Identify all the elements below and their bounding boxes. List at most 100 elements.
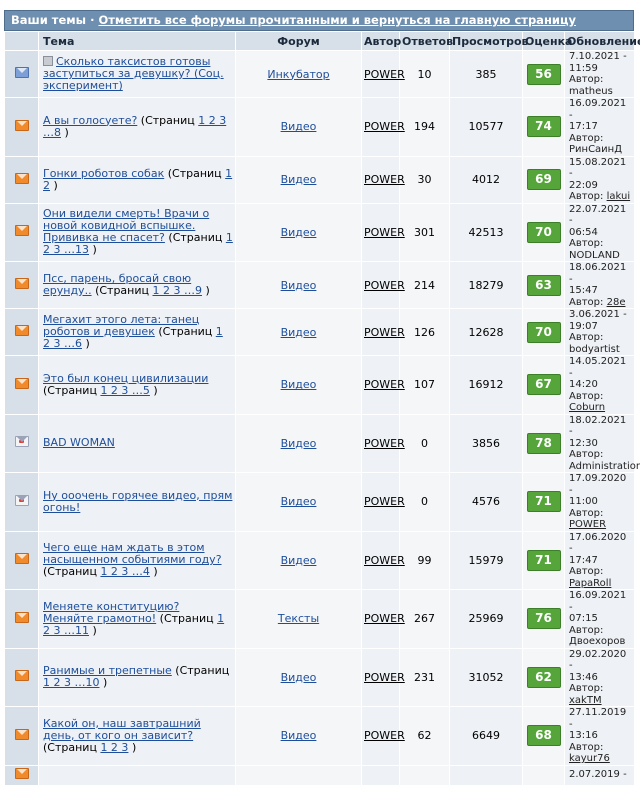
forum-cell: Видео xyxy=(235,355,362,415)
col-forum[interactable]: Форум xyxy=(235,31,362,51)
pages-open: (Страниц xyxy=(167,166,222,180)
topic-link[interactable]: Сколько таксистов готовы заступиться за … xyxy=(43,55,224,92)
forum-cell: Видео xyxy=(235,155,362,204)
forum-cell: Видео xyxy=(235,261,362,309)
forum-link[interactable]: Тексты xyxy=(278,612,319,625)
views-count: 31052 xyxy=(449,647,523,707)
updated-cell: 17.09.2020 -11:00 Автор: POWER xyxy=(564,472,635,532)
rating-badge: 68 xyxy=(526,725,561,747)
rating-cell: 68 xyxy=(522,706,565,766)
last-author-link[interactable]: Coburn xyxy=(569,402,605,413)
last-author-link[interactable]: kayur76 xyxy=(569,753,610,764)
topic-link[interactable]: Чего еще нам ждать в этом насыщенном соб… xyxy=(43,541,222,566)
topic-link[interactable]: BAD WOMAN xyxy=(43,436,115,449)
author-cell xyxy=(361,764,400,786)
author-link[interactable]: POWER xyxy=(364,120,405,133)
page-links[interactable]: 1 2 3 …10 xyxy=(43,676,99,689)
pages-open: (Страниц xyxy=(43,740,97,754)
mark-all-read-link[interactable]: Отметить все форумы прочитанными и верну… xyxy=(98,13,576,27)
forum-link[interactable]: Видео xyxy=(281,437,317,450)
topics-table: Тема Форум Автор Ответов Просмотров Оцен… xyxy=(4,31,640,786)
topic-cell: Мегахит этого лета: танец роботов и деву… xyxy=(38,308,236,356)
forum-link[interactable]: Видео xyxy=(281,226,317,239)
author-link[interactable]: POWER xyxy=(364,554,405,567)
pages-open: (Страниц xyxy=(158,325,213,338)
envelope-orange-icon xyxy=(14,670,29,682)
forum-link[interactable]: Видео xyxy=(281,554,317,567)
col-views[interactable]: Просмотров xyxy=(449,31,528,51)
rating-badge: 70 xyxy=(526,221,561,243)
author-link[interactable]: POWER xyxy=(364,437,405,450)
update-time: 17:47 xyxy=(569,554,598,566)
col-topic[interactable]: Тема xyxy=(38,31,236,51)
replies-count: 99 xyxy=(399,530,450,590)
topic-link[interactable]: Какой он, наш завтрашний день, от кого о… xyxy=(43,717,201,742)
replies-count: 214 xyxy=(399,261,450,309)
pages-close: ) xyxy=(92,623,97,637)
author-link[interactable]: POWER xyxy=(364,671,405,684)
topic-icon-cell xyxy=(4,308,39,356)
update-time: 13:46 xyxy=(569,671,598,683)
forum-cell: Видео xyxy=(235,308,362,356)
col-rating[interactable]: Оценка xyxy=(522,31,572,51)
forum-link[interactable]: Видео xyxy=(281,495,317,508)
forum-link[interactable]: Видео xyxy=(281,173,317,186)
col-author[interactable]: Автор xyxy=(361,31,401,51)
author-link[interactable]: POWER xyxy=(364,173,405,186)
rating-cell: 56 xyxy=(522,50,565,98)
author-link[interactable]: POWER xyxy=(364,68,405,81)
envelope-orange-icon xyxy=(14,611,29,623)
rating-badge: 62 xyxy=(526,666,561,688)
last-author-link[interactable]: xakTM xyxy=(569,695,602,706)
envelope-orange-icon xyxy=(14,377,29,389)
forum-link[interactable]: Видео xyxy=(281,729,317,742)
author-link[interactable]: POWER xyxy=(364,279,405,292)
last-author: NODLAND xyxy=(569,249,620,261)
envelope-hot-icon xyxy=(14,494,29,506)
topic-cell: Какой он, наш завтрашний день, от кого о… xyxy=(38,706,236,766)
page-links[interactable]: 1 2 3 …9 xyxy=(153,284,202,297)
page-links[interactable]: 1 2 3 xyxy=(100,741,128,754)
author-prefix: Автор: xyxy=(569,132,604,144)
last-author-link[interactable]: 28e xyxy=(607,297,626,308)
forum-link[interactable]: Видео xyxy=(281,326,317,339)
pages-close: ) xyxy=(64,125,69,139)
topic-pages: (Страниц 1 2 3 …4 ) xyxy=(43,565,158,578)
replies-count: 62 xyxy=(399,706,450,766)
topic-link[interactable]: Гонки роботов собак xyxy=(43,167,164,180)
col-updated[interactable]: Обновление xyxy=(564,31,640,51)
last-author: Двоехоров xyxy=(569,636,626,647)
rating-cell: 74 xyxy=(522,97,565,157)
replies-count: 0 xyxy=(399,413,450,473)
col-replies[interactable]: Ответов xyxy=(399,31,453,51)
topic-link[interactable]: Ну ооочень горячее видео, прям огонь! xyxy=(43,489,232,514)
update-time: 14:20 xyxy=(569,379,598,390)
last-author-link[interactable]: lakui xyxy=(607,191,631,202)
author-link[interactable]: POWER xyxy=(364,612,405,625)
last-author-link[interactable]: PapaRoll xyxy=(569,578,611,589)
table-row: 2.07.2019 - xyxy=(4,764,635,786)
topic-icon-cell xyxy=(4,647,39,707)
forum-link[interactable]: Видео xyxy=(281,671,317,684)
author-link[interactable]: POWER xyxy=(364,495,405,508)
views-count xyxy=(449,764,523,786)
page-links[interactable]: 1 2 3 …4 xyxy=(100,565,149,578)
pages-close: ) xyxy=(205,284,210,297)
update-time: 11:00 xyxy=(569,496,598,507)
author-prefix: Автор: xyxy=(569,683,604,694)
forum-link[interactable]: Видео xyxy=(281,120,317,133)
forum-link[interactable]: Видео xyxy=(281,279,317,292)
topic-icon-cell xyxy=(4,706,39,766)
update-time: 22:09 xyxy=(569,179,598,191)
author-link[interactable]: POWER xyxy=(364,326,405,339)
last-author-link[interactable]: POWER xyxy=(569,519,606,530)
topic-cell: Гонки роботов собак (Страниц 1 2 ) xyxy=(38,155,236,204)
topic-cell: BAD WOMAN xyxy=(38,413,236,473)
author-link[interactable]: POWER xyxy=(364,226,405,239)
page-links[interactable]: 1 2 3 …5 xyxy=(100,384,149,397)
table-row: BAD WOMAN Видео POWER 0 3856 78 18.02.2021 -12… xyxy=(4,413,640,473)
forum-link[interactable]: Инкубатор xyxy=(267,68,329,81)
forum-link[interactable]: Видео xyxy=(281,378,317,391)
author-link[interactable]: POWER xyxy=(364,378,405,391)
author-link[interactable]: POWER xyxy=(364,729,405,742)
